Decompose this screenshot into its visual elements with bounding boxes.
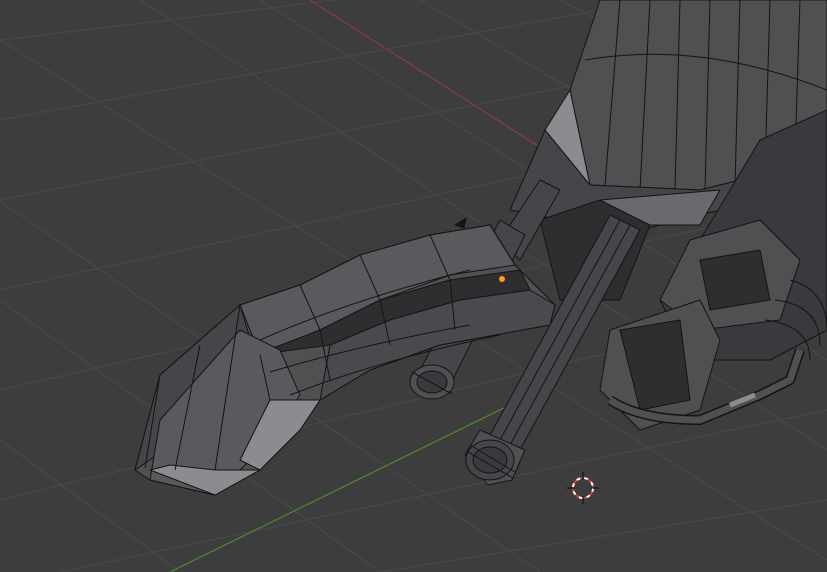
- 3d-viewport[interactable]: [0, 0, 827, 572]
- object-origin-icon: [499, 276, 505, 282]
